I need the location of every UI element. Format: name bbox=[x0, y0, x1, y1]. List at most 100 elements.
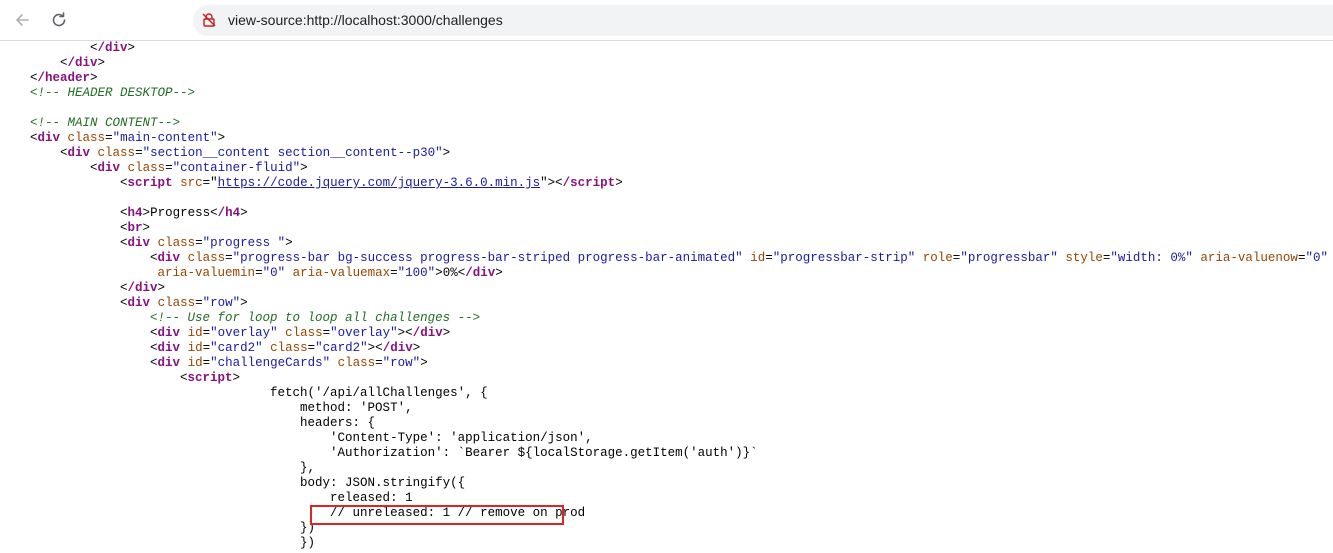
attr-value: "row" bbox=[202, 296, 241, 310]
attr: class bbox=[337, 356, 376, 370]
source-line: </div> bbox=[0, 281, 166, 295]
source-line: headers: { bbox=[0, 416, 376, 430]
attr-value: "overlay" bbox=[330, 326, 398, 340]
tag: /div bbox=[382, 341, 413, 355]
attr-value: "progressbar-strip" bbox=[772, 251, 916, 265]
source-link[interactable]: https://code.jquery.com/jquery-3.6.0.min… bbox=[218, 176, 541, 190]
source-line: fetch('/api/allChallenges', { bbox=[0, 386, 488, 400]
attr-value: "100" bbox=[397, 266, 436, 280]
source-line: <!-- HEADER DESKTOP--> bbox=[0, 86, 195, 101]
tag: script bbox=[127, 176, 173, 190]
tag: /div bbox=[465, 266, 496, 280]
tag: div bbox=[67, 146, 91, 160]
source-line: <div id="challengeCards" class="row"> bbox=[0, 356, 428, 370]
attr-value: "width: 0%" bbox=[1110, 251, 1193, 265]
source-line: 'Content-Type': 'application/json', bbox=[0, 431, 593, 445]
attr: id bbox=[750, 251, 766, 265]
source-line: <div class="container-fluid"> bbox=[0, 161, 308, 175]
attr-value: "section__content section__content--p30" bbox=[142, 146, 443, 160]
source-line: <div class="progress "> bbox=[0, 236, 293, 250]
tag: div bbox=[157, 341, 181, 355]
source-line: <!-- Use for loop to loop all challenges… bbox=[0, 311, 480, 326]
tag: h4 bbox=[127, 206, 143, 220]
source-line: <h4>Progress</h4> bbox=[0, 206, 248, 220]
text-node: 0% bbox=[442, 266, 458, 280]
source-view: </div> </div> </header> <!-- HEADER DESK… bbox=[0, 41, 1333, 553]
attr: aria-valuemin bbox=[157, 266, 256, 280]
tag: /script bbox=[562, 176, 616, 190]
highlight-box bbox=[310, 505, 564, 525]
attr: style bbox=[1065, 251, 1103, 265]
comment: <!-- HEADER DESKTOP--> bbox=[30, 86, 196, 100]
source-line: body: JSON.stringify({ bbox=[0, 476, 466, 490]
tag: div bbox=[127, 236, 151, 250]
attr: aria-valuenow bbox=[1200, 251, 1298, 265]
arrow-left-icon bbox=[16, 14, 29, 26]
attr-value: "row" bbox=[382, 356, 421, 370]
text-node: Progress bbox=[150, 206, 211, 220]
tag: div bbox=[37, 131, 61, 145]
attr-value: "challengeCards" bbox=[210, 356, 331, 370]
tag: /div bbox=[67, 56, 98, 70]
source-line: <div class="main-content"> bbox=[0, 131, 226, 145]
source-line: method: 'POST', bbox=[0, 401, 413, 415]
source-line: </div> bbox=[0, 56, 106, 70]
attr: class bbox=[97, 146, 136, 160]
source-line: 'Authorization': `Bearer ${localStorage.… bbox=[0, 446, 758, 460]
source-line: <div class="section__content section__co… bbox=[0, 146, 451, 160]
attr: class bbox=[127, 161, 166, 175]
browser-toolbar: view-source:http://localhost:3000/challe… bbox=[0, 0, 1333, 41]
attr: class bbox=[187, 251, 226, 265]
back-button[interactable] bbox=[8, 6, 36, 34]
tag: div bbox=[157, 326, 181, 340]
attr-value: "container-fluid" bbox=[172, 161, 301, 175]
source-line: </header> bbox=[0, 71, 98, 85]
tag: /div bbox=[127, 281, 158, 295]
source-line: <script> bbox=[0, 371, 241, 385]
attr: id bbox=[187, 356, 203, 370]
tag: /h4 bbox=[217, 206, 241, 220]
source-line: </div> bbox=[0, 41, 136, 55]
tag: /div bbox=[97, 41, 128, 55]
comment: <!-- Use for loop to loop all challenges… bbox=[150, 311, 481, 325]
attr: role bbox=[922, 251, 953, 265]
attr: class bbox=[270, 341, 308, 355]
tag: div bbox=[97, 161, 121, 175]
attr: class bbox=[285, 326, 323, 340]
source-line: }, bbox=[0, 461, 316, 475]
comment: <!-- MAIN CONTENT--> bbox=[30, 116, 181, 130]
attr-value: "progress-bar bg-success progress-bar-st… bbox=[232, 251, 743, 265]
tag: div bbox=[157, 356, 181, 370]
attr: aria-valuemax bbox=[292, 266, 391, 280]
source-line: aria-valuemin="0" aria-valuemax="100">0%… bbox=[157, 266, 503, 280]
attr-value: "progress " bbox=[202, 236, 286, 250]
address-text[interactable]: view-source:http://localhost:3000/challe… bbox=[228, 12, 503, 28]
source-line: released: 1 bbox=[0, 491, 413, 505]
not-secure-lock-icon[interactable] bbox=[201, 12, 217, 28]
attr-value: "0" bbox=[262, 266, 286, 280]
source-line: <br> bbox=[0, 221, 151, 235]
attr-value: "progressbar" bbox=[960, 251, 1058, 265]
reload-icon bbox=[52, 12, 66, 27]
tag: script bbox=[187, 371, 233, 385]
source-line: <!-- MAIN CONTENT--> bbox=[0, 116, 180, 131]
source-line: <div class="row"> bbox=[0, 296, 248, 310]
attr: id bbox=[187, 326, 203, 340]
reload-button[interactable] bbox=[45, 6, 73, 34]
address-bar[interactable]: view-source:http://localhost:3000/challe… bbox=[193, 5, 1333, 36]
tag: /header bbox=[37, 71, 91, 85]
source-line: }) bbox=[0, 536, 316, 550]
source-line: <div id="overlay" class="overlay"></div> bbox=[0, 326, 451, 340]
tag: br bbox=[127, 221, 143, 235]
tag: /div bbox=[412, 326, 443, 340]
attr: src bbox=[180, 176, 203, 190]
source-line: <div class="progress-bar bg-success prog… bbox=[0, 251, 1328, 265]
attr: class bbox=[157, 236, 196, 250]
attr: class bbox=[67, 131, 106, 145]
source-line: }) bbox=[0, 521, 316, 535]
attr: id bbox=[187, 341, 203, 355]
attr-value: "0" bbox=[1305, 251, 1328, 265]
tag: div bbox=[127, 296, 151, 310]
attr-value: "main-content" bbox=[112, 131, 218, 145]
tag: div bbox=[157, 251, 181, 265]
